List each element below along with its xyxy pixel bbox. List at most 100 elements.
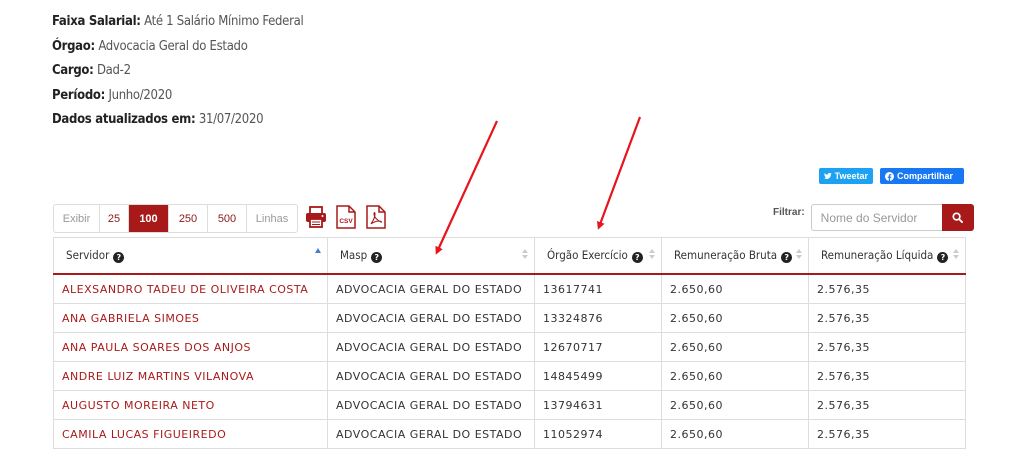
pdf-file-icon[interactable] (365, 205, 387, 229)
orgao-exercicio-cell: 13324876 (534, 303, 662, 333)
cargo-value: Dad-2 (96, 63, 131, 79)
remuneracao-bruta-cell: 2.650,60 (661, 361, 809, 391)
servidor-cell[interactable]: ANA PAULA SOARES DOS ANJOS (53, 332, 328, 362)
masp-cell: ADVOCACIA GERAL DO ESTADO (327, 303, 535, 333)
periodo-label: Período: (52, 87, 106, 103)
pager-label: Exibir (54, 205, 100, 232)
export-buttons: CSV (305, 205, 387, 229)
help-icon: ? (113, 252, 125, 263)
orgao-value: Advocacia Geral do Estado (98, 38, 248, 54)
column-label: Servidor (66, 248, 110, 262)
servers-table: Servidor? Masp? Órgão Exercício? Remuner… (53, 237, 966, 449)
remuneracao-liquida-cell: 2.576,35 (808, 419, 966, 449)
csv-file-icon[interactable]: CSV (335, 205, 357, 229)
orgao-exercicio-cell: 14845499 (534, 361, 662, 391)
search-icon (952, 212, 964, 223)
info-dados: Dados atualizados em: 31/07/2020 (52, 108, 303, 133)
masp-cell: ADVOCACIA GERAL DO ESTADO (327, 390, 535, 420)
remuneracao-liquida-cell: 2.576,35 (808, 332, 966, 362)
table-row: AUGUSTO MOREIRA NETO ADVOCACIA GERAL DO E… (53, 390, 966, 420)
info-orgao: Órgao: Advocacia Geral do Estado (52, 35, 303, 60)
servidor-cell[interactable]: CAMILA LUCAS FIGUEIREDO (53, 419, 328, 449)
remuneracao-liquida-cell: 2.576,35 (808, 390, 966, 420)
pager-suffix: Linhas (255, 212, 289, 225)
table-row: ALEXSANDRO TADEU DE OLIVEIRA COSTA ADVOCA… (53, 273, 966, 304)
orgao-label: Órgao: (52, 38, 95, 54)
share-label: Compartilhar (897, 171, 954, 181)
sort-ascending-icon (315, 248, 321, 262)
remuneracao-bruta-cell: 2.650,60 (661, 303, 809, 333)
column-label: Masp (340, 248, 368, 262)
servidor-cell[interactable]: ALEXSANDRO TADEU DE OLIVEIRA COSTA (53, 273, 328, 304)
servidor-cell[interactable]: AUGUSTO MOREIRA NETO (53, 390, 328, 420)
page-length-selector: Exibir 25 100 250 500 Linhas (53, 204, 298, 233)
table-row: ANA GABRIELA SIMOES ADVOCACIA GERAL DO ES… (53, 303, 966, 333)
filter-group: Filtrar: (773, 204, 974, 231)
filter-input[interactable] (810, 204, 942, 231)
info-faixa: Faixa Salarial: Até 1 Salário Mínimo Fed… (52, 10, 304, 35)
table-row: CAMILA LUCAS FIGUEIREDO ADVOCACIA GERAL D… (53, 419, 966, 449)
table-row: ANDRE LUIZ MARTINS VILANOVA ADVOCACIA GER… (53, 361, 966, 391)
sort-icon (522, 249, 528, 263)
share-button[interactable]: Compartilhar (880, 168, 964, 184)
orgao-exercicio-cell: 12670717 (534, 332, 662, 362)
remuneracao-bruta-cell: 2.650,60 (661, 273, 809, 304)
dados-label: Dados atualizados em: (52, 112, 196, 128)
pager-option-25[interactable]: 25 (100, 205, 129, 232)
servidor-cell[interactable]: ANDRE LUIZ MARTINS VILANOVA (53, 361, 328, 391)
orgao-exercicio-cell: 13617741 (534, 273, 662, 304)
remuneracao-bruta-cell: 2.650,60 (661, 419, 809, 449)
column-label: Remuneração Bruta (674, 248, 778, 262)
printer-icon[interactable] (305, 206, 327, 228)
column-label: Órgão Exercício (547, 248, 628, 262)
remuneracao-liquida-cell: 2.576,35 (808, 361, 966, 391)
column-header-remuneracao-bruta[interactable]: Remuneração Bruta? (661, 237, 809, 275)
orgao-exercicio-cell: 11052974 (534, 419, 662, 449)
annotation-arrow-orgao-exercicio (596, 116, 642, 230)
tweet-label: Tweetar (834, 171, 868, 181)
pager-option-100[interactable]: 100 (129, 205, 169, 232)
table-header-row: Servidor? Masp? Órgão Exercício? Remuner… (53, 237, 966, 275)
faixa-label: Faixa Salarial: (52, 14, 141, 29)
column-label: Remuneração Líquida (821, 248, 934, 262)
info-periodo: Período: Junho/2020 (52, 84, 303, 109)
servidor-cell[interactable]: ANA GABRIELA SIMOES (53, 303, 328, 333)
help-icon: ? (781, 252, 793, 263)
sort-icon (953, 249, 959, 263)
column-header-remuneracao-liquida[interactable]: Remuneração Líquida? (808, 237, 966, 275)
social-buttons: Tweetar Compartilhar (819, 168, 964, 184)
sort-icon (796, 249, 802, 263)
orgao-exercicio-cell: 13794631 (534, 390, 662, 420)
help-icon: ? (371, 252, 383, 263)
dados-value: 31/07/2020 (198, 112, 264, 128)
masp-cell: ADVOCACIA GERAL DO ESTADO (327, 361, 535, 391)
column-header-orgao-exercicio[interactable]: Órgão Exercício? (534, 237, 662, 275)
column-header-servidor[interactable]: Servidor? (53, 237, 328, 275)
search-button[interactable] (941, 204, 974, 231)
remuneracao-bruta-cell: 2.650,60 (661, 390, 809, 420)
info-block: Faixa Salarial: Até 1 Salário Mínimo Fed… (52, 10, 304, 133)
remuneracao-liquida-cell: 2.576,35 (808, 273, 966, 304)
pager-option-250[interactable]: 250 (169, 205, 208, 232)
remuneracao-liquida-cell: 2.576,35 (808, 303, 966, 333)
pager-option-500[interactable]: 500 (208, 205, 247, 232)
help-icon: ? (631, 252, 643, 263)
help-icon: ? (937, 252, 949, 263)
masp-cell: ADVOCACIA GERAL DO ESTADO (327, 419, 535, 449)
column-header-masp[interactable]: Masp? (327, 237, 535, 275)
filter-label: Filtrar: (773, 207, 805, 218)
periodo-value: Junho/2020 (108, 87, 172, 103)
annotation-arrow-masp (435, 120, 499, 255)
cargo-label: Cargo: (52, 63, 94, 79)
tweet-button[interactable]: Tweetar (819, 168, 873, 184)
twitter-icon (824, 172, 832, 180)
remuneracao-bruta-cell: 2.650,60 (661, 332, 809, 362)
masp-cell: ADVOCACIA GERAL DO ESTADO (327, 332, 535, 362)
table-row: ANA PAULA SOARES DOS ANJOS ADVOCACIA GERA… (53, 332, 966, 362)
csv-icon-text: CSV (339, 218, 353, 225)
faixa-value: Até 1 Salário Mínimo Federal (144, 14, 304, 29)
masp-cell: ADVOCACIA GERAL DO ESTADO (327, 273, 535, 304)
facebook-icon (885, 171, 894, 181)
info-cargo: Cargo: Dad-2 (52, 59, 303, 84)
sort-icon (649, 249, 655, 263)
